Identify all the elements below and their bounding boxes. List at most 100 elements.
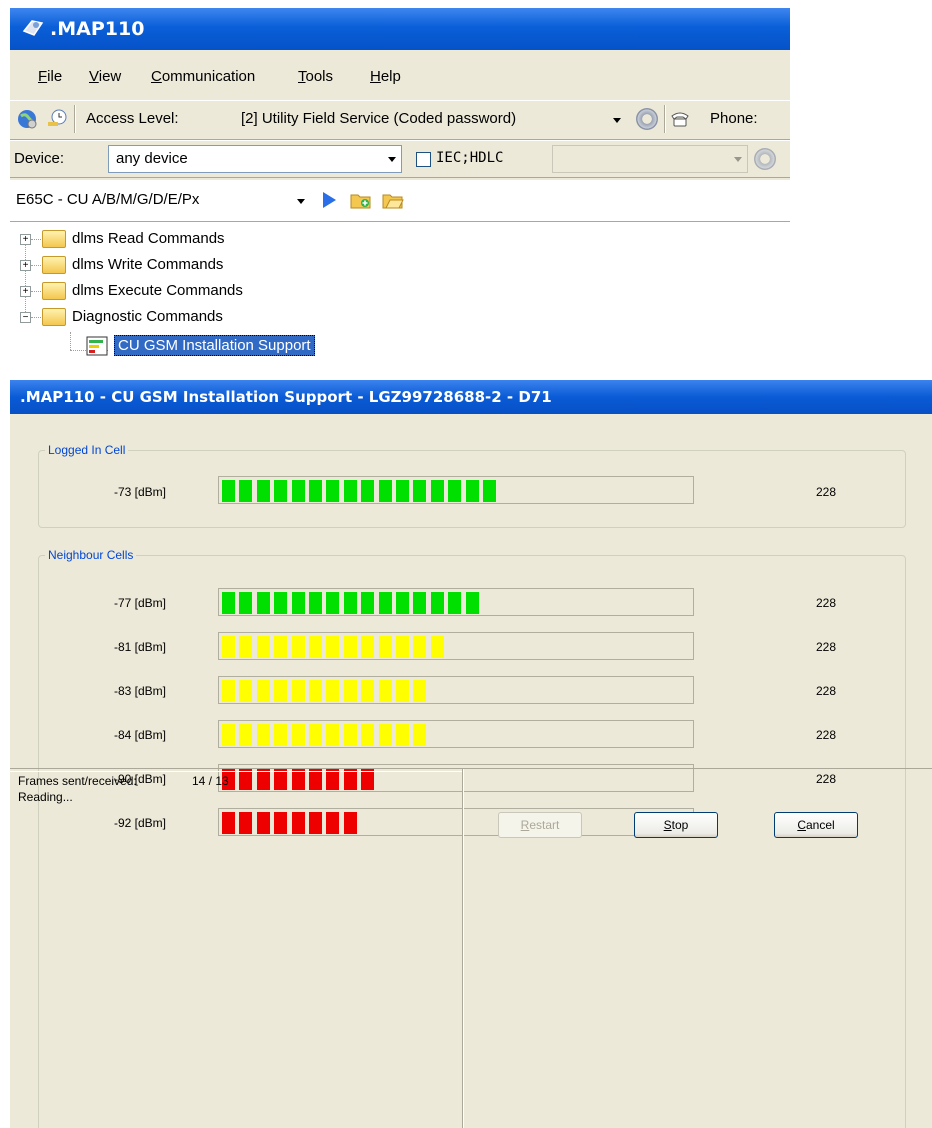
open-folder-icon[interactable] xyxy=(382,190,404,210)
signal-segment xyxy=(343,480,357,502)
signal-segment xyxy=(378,480,392,502)
signal-segment xyxy=(239,480,253,502)
tree-item-label: CU GSM Installation Support xyxy=(114,335,315,356)
signal-segment xyxy=(343,680,357,702)
status-divider xyxy=(10,768,462,772)
tree-item-label: dlms Read Commands xyxy=(72,230,225,247)
signal-segment xyxy=(413,480,427,502)
open-folder-icon xyxy=(42,308,66,326)
key-clock-icon[interactable] xyxy=(46,108,68,130)
add-folder-icon[interactable] xyxy=(350,190,372,210)
chevron-down-icon[interactable] xyxy=(608,107,626,133)
gsm-support-dialog: .MAP110 - CU GSM Installation Support - … xyxy=(10,380,932,1128)
menu-tools[interactable]: Tools xyxy=(298,68,333,85)
device-label: Device: xyxy=(14,150,65,167)
signal-segment xyxy=(448,592,462,614)
globe-icon[interactable] xyxy=(16,108,38,130)
logged-cell-signal-bar xyxy=(218,476,694,504)
phone-icon[interactable] xyxy=(670,110,690,128)
signal-segment xyxy=(483,480,496,502)
neighbour-value: 228 xyxy=(816,640,837,654)
tree-item-label: dlms Execute Commands xyxy=(72,282,243,299)
tree-item-label: dlms Write Commands xyxy=(72,256,224,273)
signal-segment xyxy=(256,724,270,746)
menu-help[interactable]: Help xyxy=(370,68,401,85)
signal-segment xyxy=(396,592,409,614)
signal-segment xyxy=(309,724,322,746)
neighbour-dbm: -83 [dBm] xyxy=(113,684,166,698)
signal-segment xyxy=(222,480,235,502)
signal-segment xyxy=(291,480,305,502)
signal-segment xyxy=(430,480,444,502)
frames-label: Frames sent/received: xyxy=(18,774,137,788)
signal-segment xyxy=(291,724,305,746)
signal-segment xyxy=(222,636,235,658)
signal-segment xyxy=(326,680,340,702)
expand-icon[interactable]: + xyxy=(20,286,31,297)
signal-segment xyxy=(361,724,375,746)
app-icon xyxy=(22,17,44,39)
folder-icon xyxy=(42,282,66,300)
neighbour-signal-bar xyxy=(218,588,694,616)
dialog-title: .MAP110 - CU GSM Installation Support - … xyxy=(20,388,552,406)
signal-segment xyxy=(239,724,253,746)
signal-segment xyxy=(256,680,270,702)
device-toolbar: Device: any device IEC;HDLC xyxy=(10,140,790,178)
signal-segment xyxy=(465,480,479,502)
frames-value: 14 / 13 xyxy=(192,774,229,788)
expand-icon[interactable]: + xyxy=(20,260,31,271)
neighbour-dbm: -84 [dBm] xyxy=(113,728,166,742)
button-area-divider xyxy=(462,768,932,769)
access-level-select[interactable]: [2] Utility Field Service (Coded passwor… xyxy=(234,106,622,132)
signal-segment xyxy=(239,680,253,702)
status-text: Reading... xyxy=(18,790,73,804)
chevron-down-icon[interactable] xyxy=(383,146,401,172)
neighbour-value: 228 xyxy=(816,596,837,610)
dialog-title-bar: .MAP110 - CU GSM Installation Support - … xyxy=(10,380,932,414)
signal-segment xyxy=(326,724,340,746)
tree-item-label: Diagnostic Commands xyxy=(72,308,223,325)
signal-segment xyxy=(465,592,479,614)
cancel-button[interactable]: Cancel xyxy=(774,812,858,838)
folder-icon xyxy=(42,256,66,274)
main-window: .MAP110 File View Communication Tools He… xyxy=(10,8,790,370)
menu-communication[interactable]: Communication xyxy=(151,68,255,85)
logged-cell-group-title: Logged In Cell xyxy=(45,443,129,457)
collapse-icon[interactable]: − xyxy=(20,312,31,323)
signal-segment xyxy=(239,636,253,658)
signal-segment xyxy=(291,680,305,702)
restart-button[interactable]: Restart xyxy=(498,812,582,838)
iec-hdlc-checkbox[interactable] xyxy=(416,152,431,167)
chevron-down-icon[interactable] xyxy=(292,188,310,214)
title-bar: .MAP110 xyxy=(10,8,790,50)
meter-select[interactable]: E65C - CU A/B/M/G/D/E/Px xyxy=(14,187,310,213)
signal-segment xyxy=(326,636,340,658)
play-icon[interactable] xyxy=(320,191,338,209)
protocol-select[interactable] xyxy=(552,145,748,173)
signal-segment xyxy=(361,480,375,502)
neighbour-value: 228 xyxy=(816,684,837,698)
signal-segment xyxy=(396,480,409,502)
menu-view[interactable]: View xyxy=(89,68,121,85)
settings-gear-icon[interactable] xyxy=(754,148,776,170)
menu-file[interactable]: File xyxy=(38,68,62,85)
signal-segment xyxy=(274,724,288,746)
signal-segment xyxy=(396,636,409,658)
signal-segment xyxy=(291,592,305,614)
signal-segment xyxy=(326,480,340,502)
settings-gear-icon[interactable] xyxy=(636,108,658,130)
signal-segment xyxy=(378,592,392,614)
command-tree: + dlms Read Commands + dlms Write Comman… xyxy=(10,222,790,370)
neighbour-signal-bar xyxy=(218,720,694,748)
neighbour-value: 228 xyxy=(816,728,837,742)
signal-segment xyxy=(222,592,235,614)
device-select[interactable]: any device xyxy=(108,145,402,173)
signal-segment xyxy=(274,680,288,702)
signal-segment xyxy=(378,724,392,746)
signal-segment xyxy=(274,592,288,614)
expand-icon[interactable]: + xyxy=(20,234,31,245)
signal-segment xyxy=(361,636,375,658)
signal-segment xyxy=(361,592,375,614)
stop-button[interactable]: Stop xyxy=(634,812,718,838)
signal-segment xyxy=(222,680,235,702)
